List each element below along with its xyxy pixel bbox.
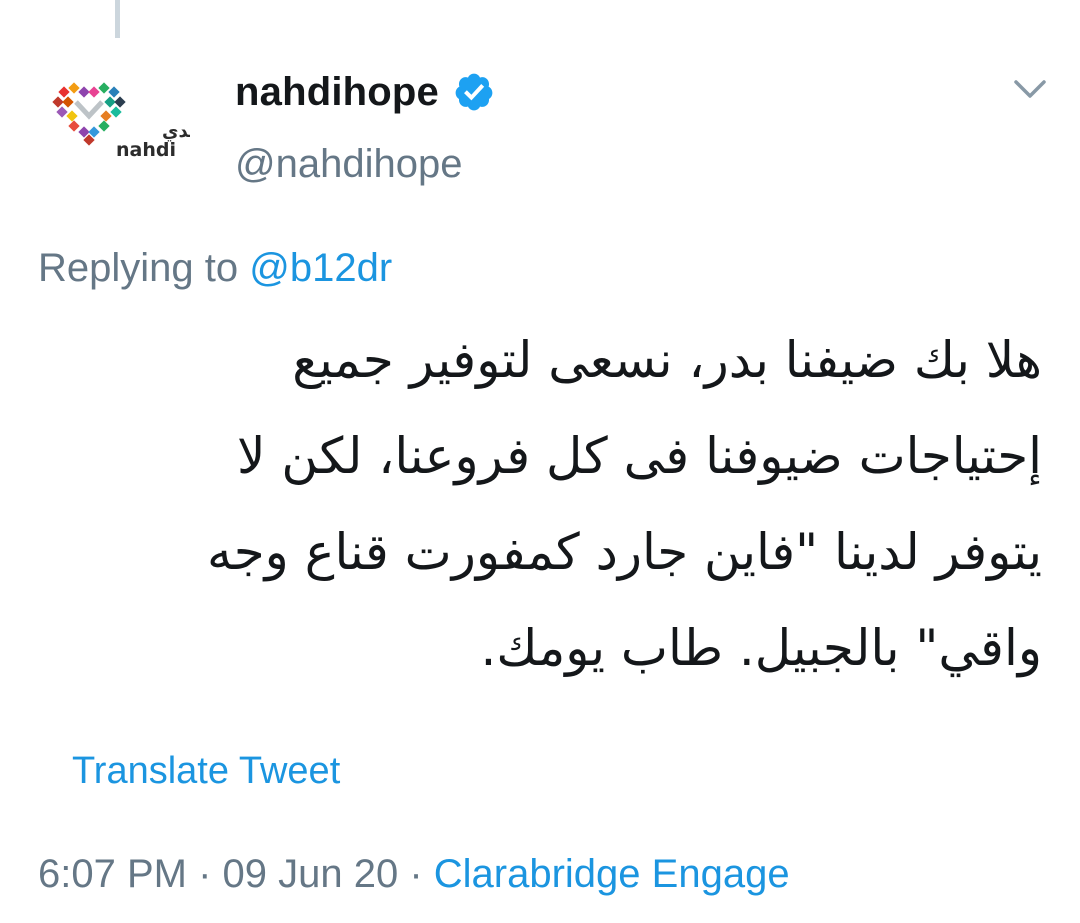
avatar[interactable]: النهدي nahdi [40, 72, 190, 172]
tweet-date: 09 Jun 20 [222, 852, 399, 896]
display-name[interactable]: nahdihope [235, 70, 439, 115]
reply-mention-link[interactable]: @b12dr [249, 246, 392, 290]
nahdi-logo-icon: النهدي nahdi [52, 82, 190, 161]
name-row: nahdihope [235, 64, 495, 120]
chevron-down-icon[interactable] [1010, 74, 1050, 104]
tweet-line: هلا بك ضيفنا بدر، نسعى لتوفير جميع [292, 331, 1042, 389]
meta-separator: · [398, 852, 434, 896]
translate-tweet-link[interactable]: Translate Tweet [72, 750, 340, 793]
tweet-time: 6:07 PM [38, 852, 187, 896]
tweet-line: واقي" بالجبيل. طاب يومك. [480, 619, 1042, 677]
logo-latin-text: nahdi [116, 139, 176, 161]
tweet-metadata: 6:07 PM · 09 Jun 20 · Clarabridge Engage [38, 852, 790, 897]
tweet-line: يتوفر لدينا "فاين جارد كمفورت قناع وجه [206, 523, 1042, 581]
verified-badge-icon [455, 73, 493, 111]
meta-separator: · [186, 852, 223, 896]
user-handle[interactable]: @nahdihope [235, 142, 462, 187]
tweet-line: إحتياجات ضيوفنا فى كل فروعنا، لكن لا [237, 427, 1042, 485]
tweet-source-link[interactable]: Clarabridge Engage [434, 852, 790, 896]
replying-to: Replying to @b12dr [38, 246, 392, 291]
replying-prefix: Replying to [38, 246, 239, 290]
tweet-body: هلا بك ضيفنا بدر، نسعى لتوفير جميع إحتيا… [38, 312, 1042, 696]
thread-connector-line [115, 0, 120, 38]
